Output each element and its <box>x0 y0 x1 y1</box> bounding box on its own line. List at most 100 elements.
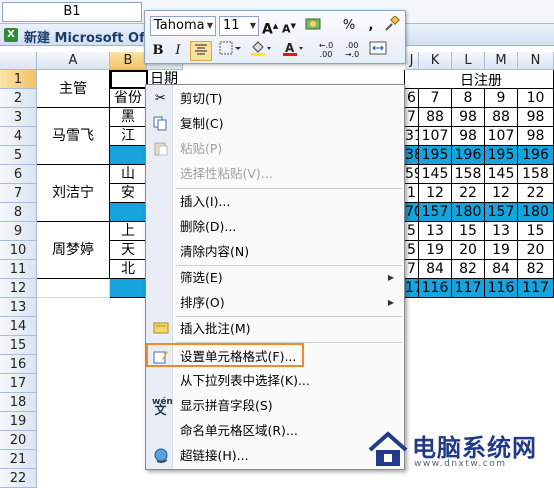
cell-m6[interactable]: 145 <box>485 165 518 184</box>
font-color-icon[interactable]: A <box>280 41 306 61</box>
column-header-n[interactable]: N <box>518 52 554 70</box>
row-header-22[interactable]: 22 <box>0 469 37 488</box>
cell-l11[interactable]: 82 <box>452 260 485 279</box>
cell-l2[interactable]: 8 <box>452 89 485 108</box>
format-painter-icon[interactable] <box>383 15 401 36</box>
row-header-18[interactable]: 18 <box>0 393 37 412</box>
cell-l7[interactable]: 22 <box>452 184 485 203</box>
cell-l8[interactable]: 180 <box>452 203 485 222</box>
chevron-down-icon[interactable]: ▼ <box>207 17 213 35</box>
cell-b4[interactable]: 江 <box>110 127 147 146</box>
cell-k9[interactable]: 13 <box>419 222 452 241</box>
accounting-format-icon[interactable] <box>303 16 325 36</box>
cell-j4[interactable]: 31 <box>405 127 419 146</box>
cell-b3[interactable]: 黑 <box>110 108 147 127</box>
cell-m4[interactable]: 107 <box>485 127 518 146</box>
cell-k4[interactable]: 107 <box>419 127 452 146</box>
shrink-font-icon[interactable]: A▼ <box>281 16 297 36</box>
cell-b8[interactable] <box>110 203 147 222</box>
cell-l3[interactable]: 98 <box>452 108 485 127</box>
cell-n5[interactable]: 196 <box>518 146 554 165</box>
row-header-12[interactable]: 12 <box>0 279 37 298</box>
cell-a1[interactable]: 主管 <box>37 70 110 108</box>
cell-k2[interactable]: 7 <box>419 89 452 108</box>
cell-n3[interactable]: 98 <box>518 108 554 127</box>
cell-b11[interactable]: 北 <box>110 260 147 279</box>
cell-j3[interactable]: 7 <box>405 108 419 127</box>
cell-a6[interactable]: 刘洁宁 <box>37 165 110 222</box>
column-header-a[interactable]: A <box>37 52 110 70</box>
row-header-5[interactable]: 5 <box>0 146 37 165</box>
cell-a12[interactable] <box>37 279 110 298</box>
cell-k3[interactable]: 88 <box>419 108 452 127</box>
comma-style-button[interactable]: , <box>364 16 378 36</box>
cell-n7[interactable]: 22 <box>518 184 554 203</box>
cell-m11[interactable]: 84 <box>485 260 518 279</box>
cell-n4[interactable]: 98 <box>518 127 554 146</box>
cell-m7[interactable]: 12 <box>485 184 518 203</box>
cell-b2[interactable]: 省份 <box>110 89 147 108</box>
increase-decimal-icon[interactable]: ←.0.00 <box>315 41 337 61</box>
row-header-10[interactable]: 10 <box>0 241 37 260</box>
row-header-16[interactable]: 16 <box>0 355 37 374</box>
cell-j12[interactable]: 17 <box>405 279 419 298</box>
italic-button[interactable]: I <box>170 41 186 61</box>
menu-item-copy[interactable]: 复制(C) <box>148 112 402 136</box>
cell-k12[interactable]: 116 <box>419 279 452 298</box>
menu-item-filter[interactable]: 筛选(E) ▶ <box>148 266 402 290</box>
cell-n10[interactable]: 20 <box>518 241 554 260</box>
row-header-8[interactable]: 8 <box>0 203 37 222</box>
menu-item-clear-contents[interactable]: 清除内容(N) <box>148 240 402 264</box>
merge-center-icon[interactable] <box>367 41 389 61</box>
cell-b10[interactable]: 天 <box>110 241 147 260</box>
cell-j7[interactable]: 1 <box>405 184 419 203</box>
menu-item-format-cells[interactable]: 设置单元格格式(F)... <box>146 343 304 367</box>
cell-k8[interactable]: 157 <box>419 203 452 222</box>
cell-m3[interactable]: 88 <box>485 108 518 127</box>
percent-style-button[interactable]: % <box>341 16 357 36</box>
cell-a9[interactable]: 周梦婷 <box>37 222 110 279</box>
cell-j8[interactable]: 70 <box>405 203 419 222</box>
row-header-15[interactable]: 15 <box>0 336 37 355</box>
row-header-17[interactable]: 17 <box>0 374 37 393</box>
menu-item-define-name[interactable]: 命名单元格区域(R)... <box>148 419 402 443</box>
cell-k10[interactable]: 19 <box>419 241 452 260</box>
row-header-9[interactable]: 9 <box>0 222 37 241</box>
menu-item-paste[interactable]: 粘贴(P) <box>148 137 402 161</box>
cell-a3[interactable]: 马雪飞 <box>37 108 110 165</box>
cell-b12[interactable] <box>110 279 147 298</box>
row-header-4[interactable]: 4 <box>0 127 37 146</box>
row-header-6[interactable]: 6 <box>0 165 37 184</box>
align-center-icon[interactable] <box>190 41 212 61</box>
menu-item-sort[interactable]: 排序(O) ▶ <box>148 291 402 315</box>
row-header-21[interactable]: 21 <box>0 450 37 469</box>
row-header-11[interactable]: 11 <box>0 260 37 279</box>
cell-b1[interactable] <box>110 70 148 89</box>
cell-m9[interactable]: 13 <box>485 222 518 241</box>
cell-l4[interactable]: 98 <box>452 127 485 146</box>
column-header-l[interactable]: L <box>452 52 485 70</box>
cell-l5[interactable]: 196 <box>452 146 485 165</box>
cell-l10[interactable]: 20 <box>452 241 485 260</box>
borders-icon[interactable] <box>217 41 243 61</box>
menu-item-show-pinyin[interactable]: wén 文 显示拼音字段(S) <box>148 394 402 418</box>
cell-b5[interactable] <box>110 146 147 165</box>
menu-item-delete[interactable]: 删除(D)... <box>148 215 402 239</box>
fill-color-icon[interactable] <box>248 41 274 61</box>
row-header-2[interactable]: 2 <box>0 89 37 108</box>
column-header-m[interactable]: M <box>485 52 518 70</box>
row-header-13[interactable]: 13 <box>0 298 37 317</box>
menu-item-cut[interactable]: ✂ 剪切(T) <box>148 87 402 111</box>
cell-j6[interactable]: 59 <box>405 165 419 184</box>
column-header-j[interactable]: J <box>405 52 419 70</box>
cell-j10[interactable]: 5 <box>405 241 419 260</box>
cell-n2[interactable]: 10 <box>518 89 554 108</box>
cell-n12[interactable]: 117 <box>518 279 554 298</box>
menu-item-paste-special[interactable]: 选择性粘贴(V)... <box>148 162 402 186</box>
chevron-down-icon[interactable]: ▼ <box>250 17 256 35</box>
font-name-box[interactable]: Tahoma ▼ <box>150 16 216 36</box>
cell-j5[interactable]: 38 <box>405 146 419 165</box>
cell-k5[interactable]: 195 <box>419 146 452 165</box>
decrease-decimal-icon[interactable]: .00 →.0 <box>341 41 363 61</box>
row-header-20[interactable]: 20 <box>0 431 37 450</box>
